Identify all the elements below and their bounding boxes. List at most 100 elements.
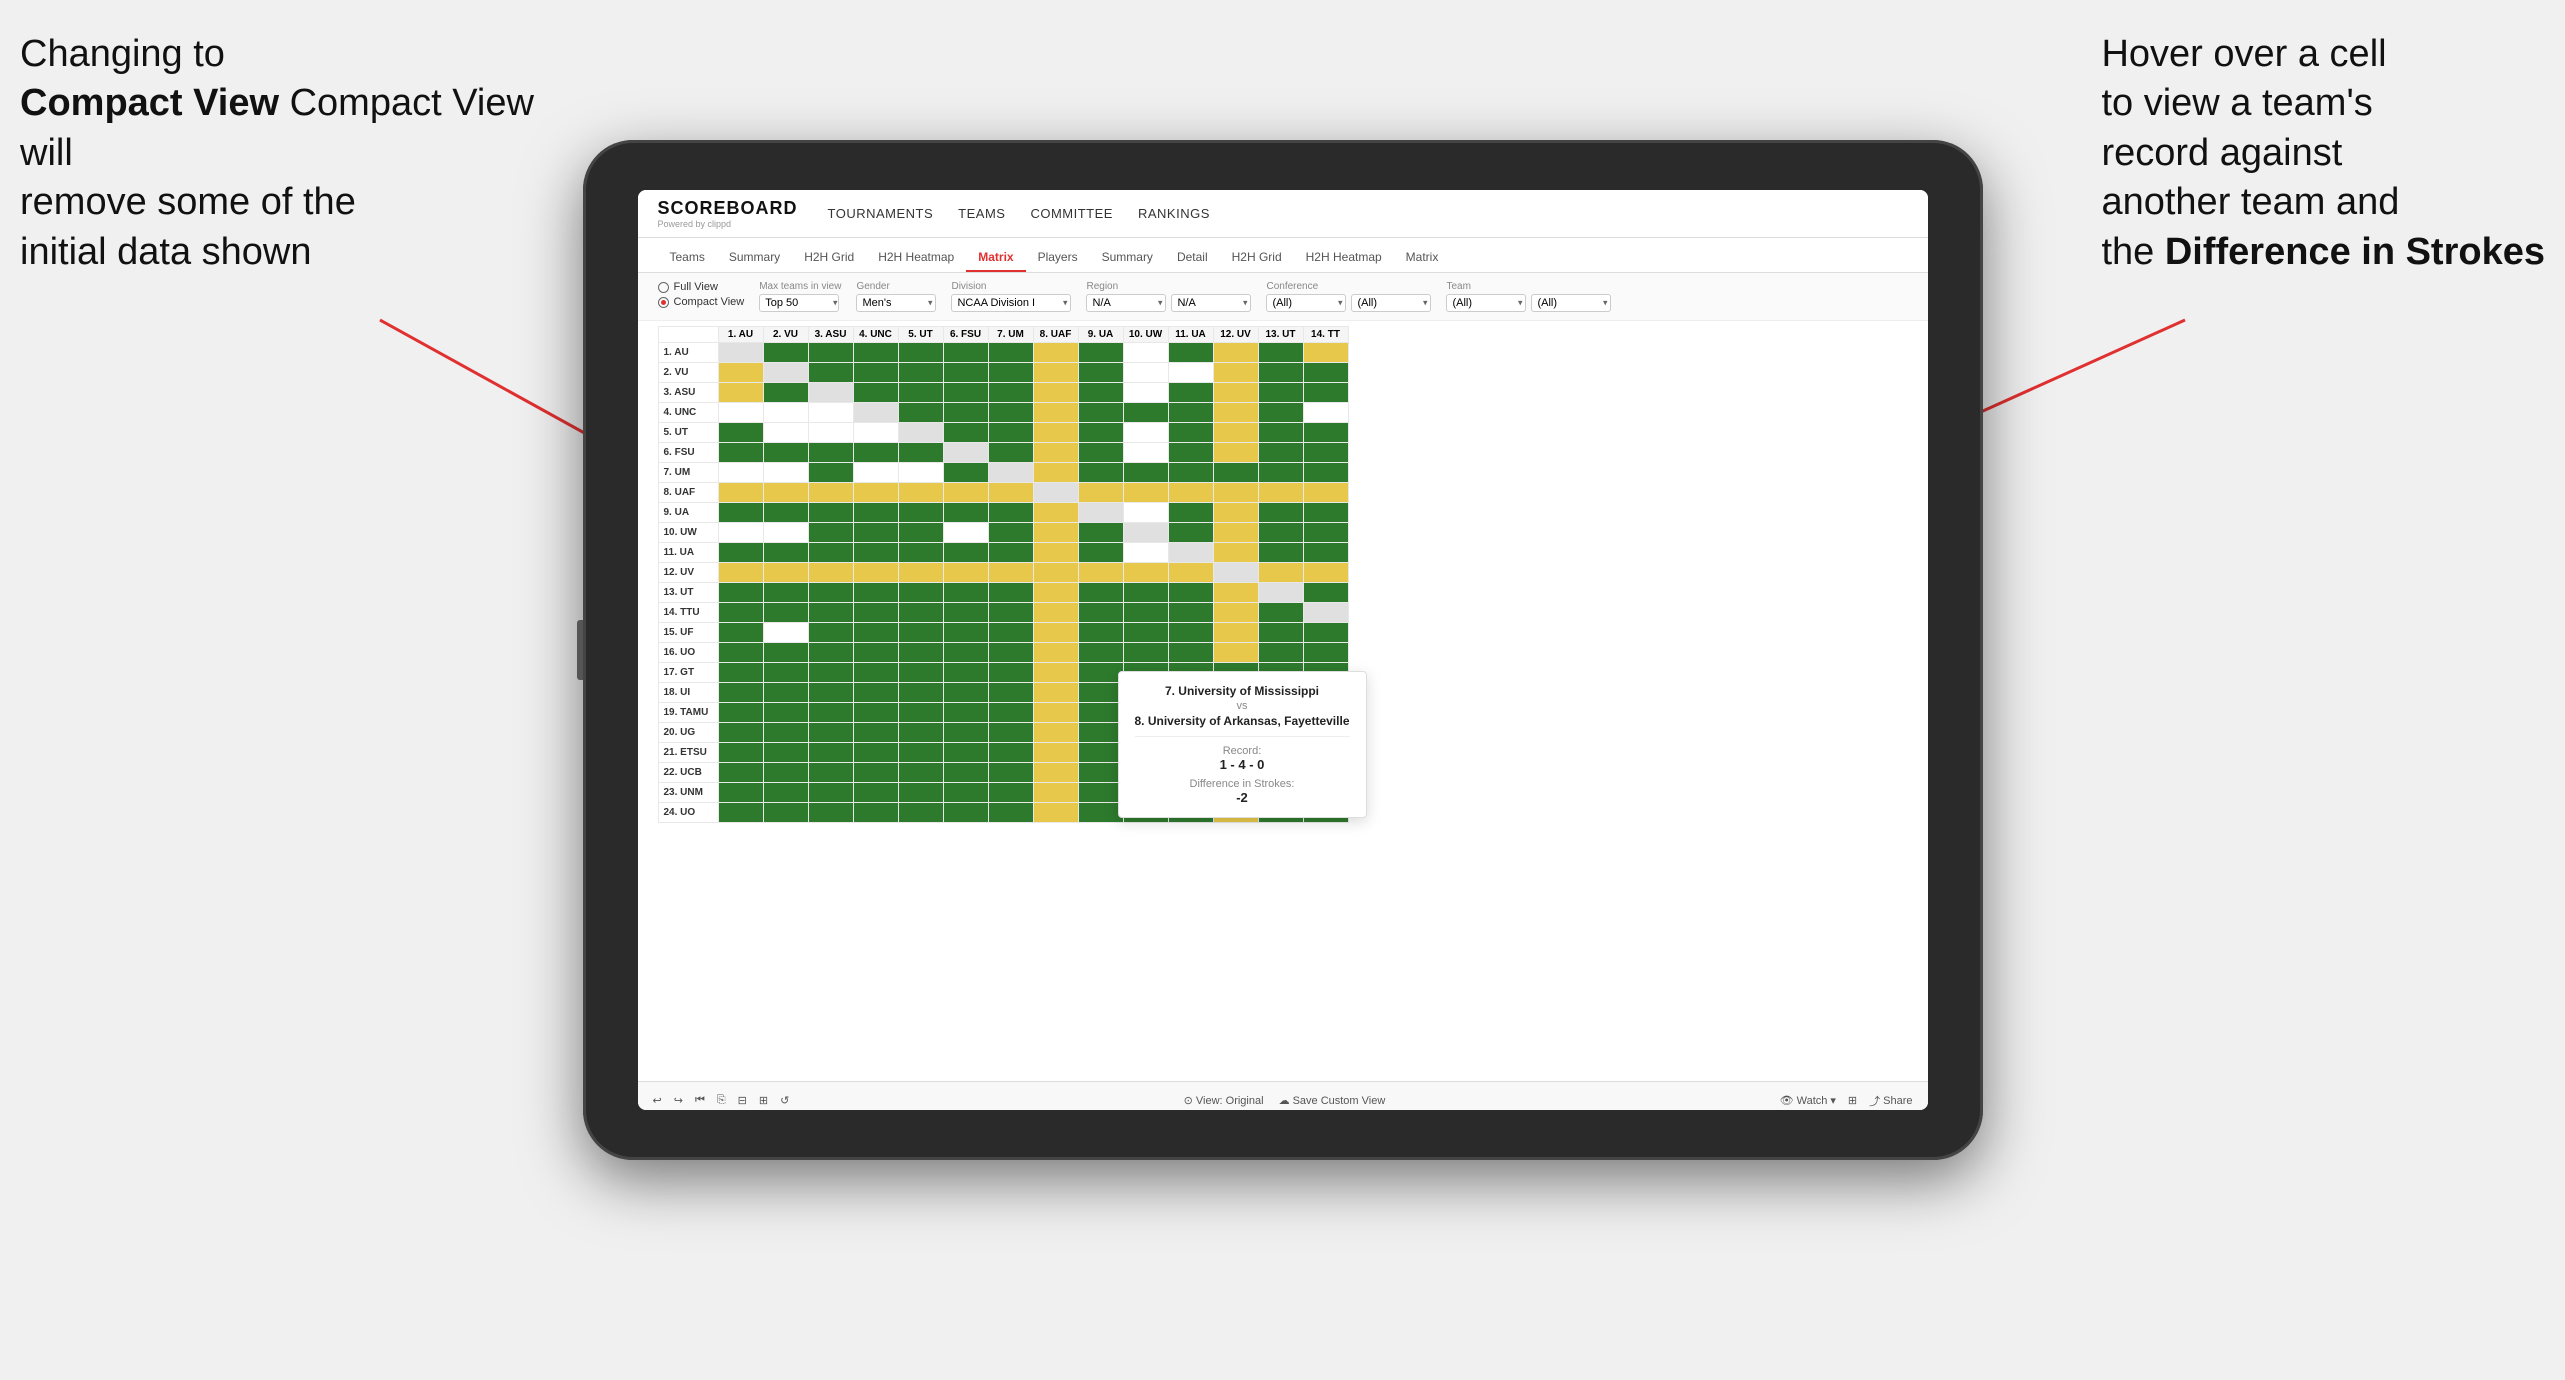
matrix-cell[interactable] xyxy=(1033,623,1078,643)
matrix-cell[interactable] xyxy=(1078,623,1123,643)
matrix-cell[interactable] xyxy=(1078,583,1123,603)
matrix-cell[interactable] xyxy=(1033,663,1078,683)
matrix-cell[interactable] xyxy=(1303,603,1348,623)
matrix-cell[interactable] xyxy=(1168,643,1213,663)
matrix-cell[interactable] xyxy=(718,583,763,603)
matrix-cell[interactable] xyxy=(898,563,943,583)
matrix-cell[interactable] xyxy=(1168,403,1213,423)
matrix-cell[interactable] xyxy=(1303,643,1348,663)
matrix-cell[interactable] xyxy=(1078,763,1123,783)
matrix-cell[interactable] xyxy=(988,783,1033,803)
matrix-cell[interactable] xyxy=(943,383,988,403)
matrix-cell[interactable] xyxy=(808,483,853,503)
matrix-cell[interactable] xyxy=(988,643,1033,663)
matrix-cell[interactable] xyxy=(1033,503,1078,523)
matrix-cell[interactable] xyxy=(1078,343,1123,363)
matrix-cell[interactable] xyxy=(853,583,898,603)
matrix-cell[interactable] xyxy=(988,483,1033,503)
matrix-cell[interactable] xyxy=(1123,543,1168,563)
matrix-cell[interactable] xyxy=(943,443,988,463)
matrix-cell[interactable] xyxy=(808,343,853,363)
matrix-cell[interactable] xyxy=(1258,523,1303,543)
matrix-cell[interactable] xyxy=(853,643,898,663)
matrix-cell[interactable] xyxy=(1213,563,1258,583)
matrix-cell[interactable] xyxy=(1123,443,1168,463)
watch-button[interactable]: 👁 Watch ▾ xyxy=(1780,1094,1836,1107)
matrix-cell[interactable] xyxy=(898,403,943,423)
matrix-cell[interactable] xyxy=(808,523,853,543)
matrix-cell[interactable] xyxy=(943,783,988,803)
matrix-cell[interactable] xyxy=(988,423,1033,443)
matrix-cell[interactable] xyxy=(898,583,943,603)
matrix-cell[interactable] xyxy=(853,623,898,643)
matrix-cell[interactable] xyxy=(718,483,763,503)
matrix-cell[interactable] xyxy=(718,763,763,783)
matrix-cell[interactable] xyxy=(1258,563,1303,583)
matrix-cell[interactable] xyxy=(1213,623,1258,643)
matrix-cell[interactable] xyxy=(988,683,1033,703)
matrix-cell[interactable] xyxy=(853,563,898,583)
matrix-cell[interactable] xyxy=(988,703,1033,723)
matrix-cell[interactable] xyxy=(763,523,808,543)
matrix-cell[interactable] xyxy=(1123,343,1168,363)
matrix-cell[interactable] xyxy=(988,343,1033,363)
matrix-cell[interactable] xyxy=(943,463,988,483)
matrix-cell[interactable] xyxy=(853,483,898,503)
matrix-cell[interactable] xyxy=(1033,383,1078,403)
matrix-cell[interactable] xyxy=(988,603,1033,623)
region-select[interactable]: N/A xyxy=(1086,294,1166,312)
matrix-cell[interactable] xyxy=(1033,683,1078,703)
matrix-cell[interactable] xyxy=(1168,423,1213,443)
matrix-cell[interactable] xyxy=(1123,623,1168,643)
matrix-cell[interactable] xyxy=(1303,583,1348,603)
nav-committee[interactable]: COMMITTEE xyxy=(1030,206,1113,221)
tab-h2h-heatmap[interactable]: H2H Heatmap xyxy=(866,244,966,272)
nav-teams[interactable]: TEAMS xyxy=(958,206,1005,221)
matrix-cell[interactable] xyxy=(898,803,943,823)
matrix-cell[interactable] xyxy=(763,763,808,783)
matrix-cell[interactable] xyxy=(1123,603,1168,623)
matrix-cell[interactable] xyxy=(1033,423,1078,443)
matrix-cell[interactable] xyxy=(1033,523,1078,543)
matrix-cell[interactable] xyxy=(763,723,808,743)
tab-summary[interactable]: Summary xyxy=(717,244,792,272)
matrix-cell[interactable] xyxy=(898,523,943,543)
tab-h2h-grid2[interactable]: H2H Grid xyxy=(1220,244,1294,272)
matrix-cell[interactable] xyxy=(718,443,763,463)
matrix-cell[interactable] xyxy=(943,403,988,423)
tab-matrix2[interactable]: Matrix xyxy=(1394,244,1451,272)
matrix-cell[interactable] xyxy=(1123,503,1168,523)
matrix-cell[interactable] xyxy=(763,783,808,803)
matrix-cell[interactable] xyxy=(898,443,943,463)
matrix-cell[interactable] xyxy=(1078,743,1123,763)
matrix-cell[interactable] xyxy=(1033,743,1078,763)
matrix-cell[interactable] xyxy=(718,603,763,623)
matrix-cell[interactable] xyxy=(898,703,943,723)
matrix-cell[interactable] xyxy=(1033,443,1078,463)
matrix-cell[interactable] xyxy=(718,343,763,363)
matrix-cell[interactable] xyxy=(898,363,943,383)
nav-rankings[interactable]: RANKINGS xyxy=(1138,206,1210,221)
matrix-cell[interactable] xyxy=(943,743,988,763)
matrix-cell[interactable] xyxy=(1213,543,1258,563)
region-sub-select[interactable]: N/A xyxy=(1171,294,1251,312)
matrix-cell[interactable] xyxy=(1258,503,1303,523)
matrix-cell[interactable] xyxy=(1258,583,1303,603)
compact-view-option[interactable]: Compact View xyxy=(658,296,745,308)
matrix-cell[interactable] xyxy=(718,463,763,483)
matrix-cell[interactable] xyxy=(808,443,853,463)
matrix-cell[interactable] xyxy=(718,783,763,803)
matrix-cell[interactable] xyxy=(1258,403,1303,423)
matrix-cell[interactable] xyxy=(988,563,1033,583)
matrix-cell[interactable] xyxy=(853,543,898,563)
matrix-cell[interactable] xyxy=(988,723,1033,743)
matrix-cell[interactable] xyxy=(808,563,853,583)
matrix-cell[interactable] xyxy=(943,423,988,443)
matrix-cell[interactable] xyxy=(1168,483,1213,503)
matrix-cell[interactable] xyxy=(898,383,943,403)
matrix-cell[interactable] xyxy=(853,803,898,823)
matrix-cell[interactable] xyxy=(1303,623,1348,643)
matrix-cell[interactable] xyxy=(1303,543,1348,563)
matrix-cell[interactable] xyxy=(1123,523,1168,543)
matrix-cell[interactable] xyxy=(718,423,763,443)
